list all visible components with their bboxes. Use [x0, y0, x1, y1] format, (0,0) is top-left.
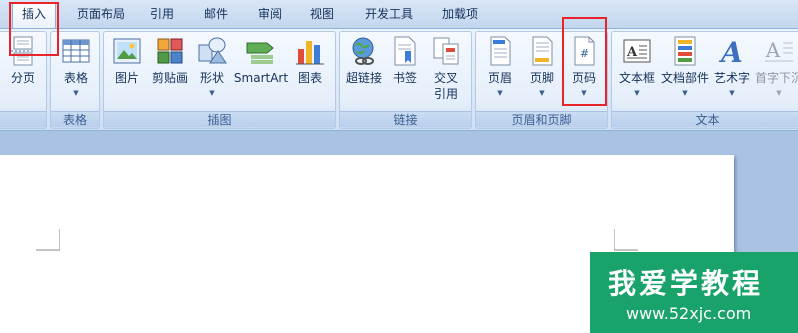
smartart-icon	[246, 42, 274, 64]
tab-add-ins[interactable]: 加载项	[436, 5, 484, 27]
shapes-dropdown-arrow-icon: ▼	[209, 89, 215, 97]
tab-references[interactable]: 引用	[142, 5, 182, 27]
bookmark-label: 书签	[392, 71, 417, 85]
group-links: 超链接 书签 交叉 引用 链接	[339, 31, 472, 129]
group-links-label: 链接	[340, 111, 471, 127]
ribbon-tab-bar: 插入 页面布局 引用 邮件 审阅 视图 开发工具 加载项	[0, 0, 798, 28]
footer-button[interactable]: 页脚 ▼	[522, 35, 562, 98]
wordart-icon: A	[718, 36, 743, 67]
shapes-button[interactable]: 形状 ▼	[194, 35, 230, 98]
margin-corner-mark-right	[614, 229, 638, 251]
drop-cap-button[interactable]: A 首字下沉 ▼	[754, 35, 798, 98]
hyperlink-icon	[352, 37, 374, 65]
chart-label: 图表	[297, 71, 322, 85]
picture-button[interactable]: 图片	[110, 35, 144, 86]
table-icon	[62, 39, 90, 63]
footer-icon	[532, 36, 553, 66]
ribbon-panel: 分页 表格 ▼ 表格 图片 剪贴画 形状 ▼ SmartArt 图表 插图 超链…	[0, 28, 798, 131]
chart-button[interactable]: 图表	[292, 35, 328, 86]
shapes-icon	[198, 37, 227, 64]
hyperlink-label: 超链接	[345, 71, 382, 85]
page-break-button[interactable]: 分页	[5, 35, 41, 86]
wordart-label: 艺术字	[713, 71, 750, 85]
bookmark-icon	[394, 36, 416, 66]
quick-parts-dropdown-arrow-icon: ▼	[682, 89, 688, 97]
cross-reference-label-line1: 交叉	[433, 71, 458, 85]
group-table-label: 表格	[51, 111, 99, 127]
text-box-icon: A	[623, 39, 651, 63]
group-illustrations-label: 插图	[104, 111, 335, 127]
page-number-button[interactable]: # 页码 ▼	[564, 35, 604, 98]
header-icon	[490, 36, 511, 66]
footer-label: 页脚	[529, 71, 554, 85]
smartart-label: SmartArt	[233, 71, 289, 85]
clip-art-icon	[157, 38, 183, 64]
smartart-button[interactable]: SmartArt	[232, 35, 290, 86]
margin-corner-mark-left	[36, 229, 60, 251]
group-table: 表格 ▼ 表格	[50, 31, 100, 129]
footer-dropdown-arrow-icon: ▼	[539, 89, 545, 97]
quick-parts-icon	[674, 36, 696, 66]
bookmark-button[interactable]: 书签	[388, 35, 422, 86]
tab-page-layout[interactable]: 页面布局	[70, 5, 132, 27]
group-pages: 分页	[0, 31, 47, 129]
group-text-label: 文本	[612, 111, 798, 127]
picture-icon	[113, 38, 141, 64]
group-header-footer: 页眉 ▼ 页脚 ▼ # 页码 ▼ 页眉和页脚	[475, 31, 608, 129]
watermark-title: 我爱学教程	[608, 267, 764, 300]
cross-reference-button[interactable]: 交叉 引用	[426, 35, 466, 102]
clip-art-label: 剪贴画	[151, 71, 188, 85]
cross-reference-label-line2: 引用	[433, 87, 458, 101]
group-illustrations: 图片 剪贴画 形状 ▼ SmartArt 图表 插图	[103, 31, 336, 129]
watermark-url: www.52xjc.com	[626, 304, 752, 323]
drop-cap-label: 首字下沉	[754, 71, 798, 85]
text-box-button[interactable]: A 文本框 ▼	[614, 35, 660, 98]
wordart-dropdown-arrow-icon: ▼	[729, 89, 735, 97]
chart-icon	[296, 41, 324, 65]
drop-cap-icon: A	[765, 38, 793, 62]
svg-text:A: A	[765, 38, 781, 62]
watermark-logo: 我爱学教程 www.52xjc.com	[590, 252, 798, 333]
shapes-label: 形状	[199, 71, 224, 85]
quick-parts-label: 文档部件	[660, 71, 709, 85]
table-label: 表格	[63, 71, 88, 85]
table-button[interactable]: 表格 ▼	[57, 35, 95, 98]
page-number-label: 页码	[571, 71, 596, 85]
drop-cap-dropdown-arrow-icon: ▼	[776, 89, 782, 97]
tab-developer[interactable]: 开发工具	[356, 5, 422, 27]
page-number-icon: #	[574, 36, 595, 66]
tab-view[interactable]: 视图	[302, 5, 342, 27]
picture-label: 图片	[114, 71, 139, 85]
text-box-label: 文本框	[618, 71, 655, 85]
tab-mailings[interactable]: 邮件	[196, 5, 236, 27]
page-break-icon	[11, 36, 35, 66]
page-break-label: 分页	[10, 71, 35, 85]
wordart-button[interactable]: A 艺术字 ▼	[712, 35, 752, 98]
text-box-dropdown-arrow-icon: ▼	[634, 89, 640, 97]
quick-parts-button[interactable]: 文档部件 ▼	[660, 35, 710, 98]
table-dropdown-arrow-icon: ▼	[73, 89, 79, 97]
cross-reference-icon	[433, 37, 459, 65]
header-button[interactable]: 页眉 ▼	[480, 35, 520, 98]
page-number-dropdown-arrow-icon: ▼	[581, 89, 587, 97]
tab-review[interactable]: 审阅	[250, 5, 290, 27]
tab-insert[interactable]: 插入	[12, 2, 56, 28]
svg-text:A: A	[718, 36, 743, 67]
clip-art-button[interactable]: 剪贴画	[148, 35, 192, 86]
header-label: 页眉	[487, 71, 512, 85]
svg-text:#: #	[580, 47, 589, 60]
group-header-footer-label: 页眉和页脚	[476, 111, 607, 127]
group-text: A 文本框 ▼ 文档部件 ▼ A 艺术字 ▼ A 首字下沉 ▼ 文本	[611, 31, 798, 129]
hyperlink-button[interactable]: 超链接	[342, 35, 386, 86]
group-pages-label	[0, 111, 46, 127]
header-dropdown-arrow-icon: ▼	[497, 89, 503, 97]
